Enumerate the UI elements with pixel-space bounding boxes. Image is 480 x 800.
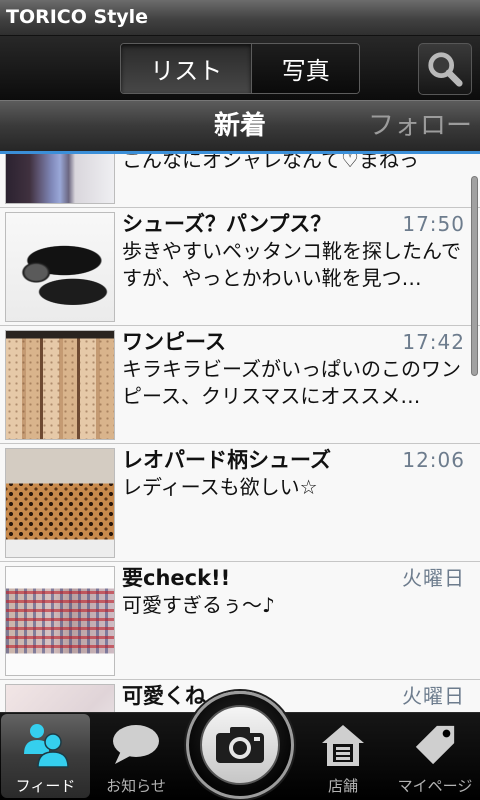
camera-button-face <box>200 705 280 785</box>
list-item[interactable]: こんなにオシャレなんて♡まねっ <box>0 154 480 208</box>
tag-icon <box>415 725 455 765</box>
item-body: キラキラビーズがいっぱいのこのワンピース、クリスマスにオススメ… <box>122 357 461 408</box>
item-timestamp: 17:50 <box>402 212 465 236</box>
nav-mypage[interactable]: マイページ <box>392 714 478 798</box>
thumbnail-image <box>5 448 115 558</box>
item-title: 可愛くね <box>122 684 206 708</box>
camera-icon <box>216 727 264 763</box>
nav-feed[interactable]: フィード <box>1 714 90 798</box>
nav-mypage-label: マイページ <box>397 777 473 795</box>
nav-notifications-label: お知らせ <box>106 777 166 795</box>
list-item[interactable]: シューズ？パンプス？ 17:50 歩きやすいペッタンコ靴を探したんですが、やっと… <box>0 208 480 326</box>
search-button[interactable] <box>418 43 472 95</box>
nav-feed-label: フィード <box>15 777 76 795</box>
item-body: こんなにオシャレなんて♡まねっ <box>122 154 419 172</box>
feed-tabs: 新着 フォロー <box>0 100 480 151</box>
list-item[interactable]: 要check!! 火曜日 可愛すぎるぅ〜♪ <box>0 562 480 680</box>
store-icon <box>322 725 364 766</box>
thumbnail-image <box>5 684 115 712</box>
segment-photo[interactable]: 写真 <box>252 44 359 93</box>
feed-list[interactable]: こんなにオシャレなんて♡まねっ シューズ？パンプス？ 17:50 歩きやすいペッ… <box>0 154 480 712</box>
item-title: 要check!! <box>122 566 231 590</box>
view-mode-switch: リスト 写真 <box>120 43 360 94</box>
item-title: シューズ？パンプス？ <box>122 212 332 236</box>
list-item[interactable]: ワンピース 17:42 キラキラビーズがいっぱいのこのワンピース、クリスマスにオ… <box>0 326 480 444</box>
thumbnail-image <box>5 566 115 676</box>
scrollbar[interactable] <box>471 176 478 376</box>
thumbnail-image <box>5 212 115 322</box>
item-timestamp: 火曜日 <box>402 684 465 708</box>
people-icon <box>23 724 69 768</box>
item-body: レディースも欲しい☆ <box>122 475 318 499</box>
speech-bubble-icon <box>113 725 159 764</box>
item-body: 歩きやすいペッタンコ靴を探したんですが、やっとかわいい靴を見つ… <box>122 239 461 290</box>
app-title: TORICO Style <box>6 6 149 28</box>
camera-button[interactable] <box>186 691 294 799</box>
nav-notifications[interactable]: お知らせ <box>95 714 177 798</box>
thumbnail-image <box>5 154 115 204</box>
item-body: 可愛すぎるぅ〜♪ <box>122 593 275 617</box>
item-timestamp: 火曜日 <box>402 566 465 590</box>
item-timestamp: 17:42 <box>402 330 465 354</box>
thumbnail-image <box>5 330 115 440</box>
nav-stores-label: 店舗 <box>327 777 358 795</box>
search-icon <box>428 52 463 87</box>
toolbar: リスト 写真 <box>0 36 480 100</box>
item-timestamp: 12:06 <box>402 448 465 472</box>
title-bar: TORICO Style <box>0 0 480 36</box>
nav-stores[interactable]: 店舗 <box>303 714 383 798</box>
item-title: ワンピース <box>122 330 226 354</box>
item-title: レオパード柄シューズ <box>122 448 331 472</box>
tab-follow[interactable]: フォロー <box>368 109 472 143</box>
segment-list[interactable]: リスト <box>121 44 253 93</box>
list-item[interactable]: レオパード柄シューズ 12:06 レディースも欲しい☆ <box>0 444 480 562</box>
